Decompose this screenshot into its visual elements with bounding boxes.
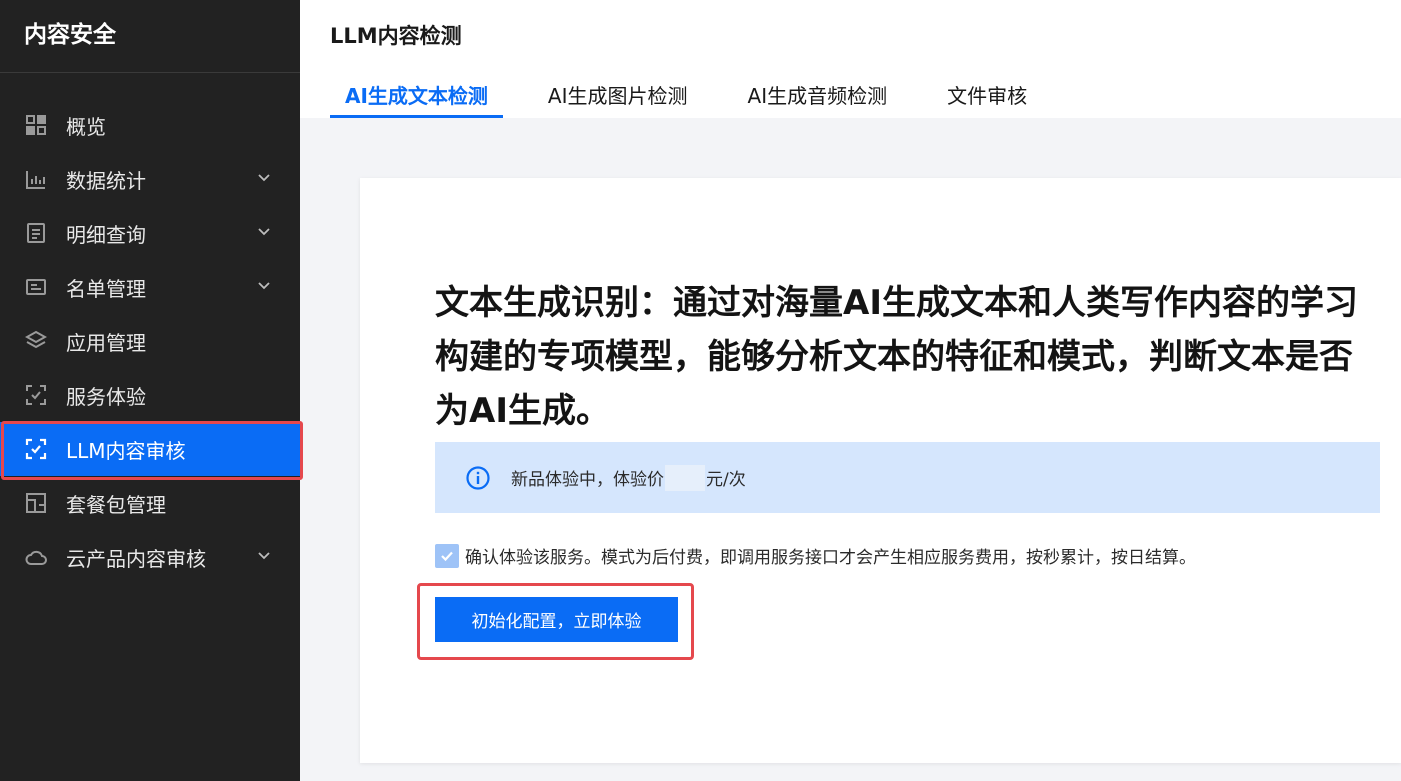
sidebar-item-package-management[interactable]: 套餐包管理 — [0, 476, 300, 530]
sidebar-item-label: 应用管理 — [66, 330, 146, 355]
sidebar-item-label: 概览 — [66, 114, 106, 139]
brand-title: 内容安全 — [0, 0, 300, 73]
scan-check-icon — [24, 437, 48, 461]
sidebar-item-label: 套餐包管理 — [66, 492, 166, 517]
sidebar-item-label: 云产品内容审核 — [66, 546, 206, 571]
tab-bar: AI生成文本检测 AI生成图片检测 AI生成音频检测 文件审核 — [330, 80, 1072, 118]
notice-text: 新品体验中，体验价 元/次 — [511, 464, 746, 491]
sidebar-item-llm-review[interactable]: LLM内容审核 — [0, 422, 300, 476]
sidebar-item-list-management[interactable]: 名单管理 — [0, 260, 300, 314]
chevron-down-icon — [258, 552, 270, 560]
tab-file-review[interactable]: 文件审核 — [932, 80, 1042, 118]
scan-icon — [24, 383, 48, 407]
tab-ai-text-detection[interactable]: AI生成文本检测 — [330, 80, 503, 118]
chevron-down-icon — [258, 174, 270, 182]
page-header: LLM内容检测 AI生成文本检测 AI生成图片检测 AI生成音频检测 文件审核 — [300, 0, 1401, 118]
grid-icon — [24, 113, 48, 137]
chevron-down-icon — [258, 228, 270, 236]
id-card-icon — [24, 275, 48, 299]
sidebar-item-label: LLM内容审核 — [66, 438, 186, 463]
chevron-down-icon — [258, 282, 270, 290]
sidebar-item-label: 明细查询 — [66, 222, 146, 247]
tab-ai-image-detection[interactable]: AI生成图片检测 — [533, 80, 703, 118]
page-title: LLM内容检测 — [330, 24, 462, 48]
sidebar-nav: 概览 数据统计 明细查询 名单管理 应用管理 服务体验 LLM内容审核 套餐包管… — [0, 98, 300, 584]
sidebar-item-app-management[interactable]: 应用管理 — [0, 314, 300, 368]
bar-chart-icon — [24, 167, 48, 191]
sidebar-item-statistics[interactable]: 数据统计 — [0, 152, 300, 206]
sidebar-item-label: 数据统计 — [66, 168, 146, 193]
sidebar-item-cloud-review[interactable]: 云产品内容审核 — [0, 530, 300, 584]
intro-card: 文本生成识别：通过对海量AI生成文本和人类写作内容的学习构建的专项模型，能够分析… — [360, 178, 1401, 763]
package-icon — [24, 491, 48, 515]
price-masked — [665, 464, 705, 491]
confirm-row: 确认体验该服务。模式为后付费，即调用服务接口才会产生相应服务费用，按秒累计，按日… — [435, 543, 1196, 568]
sidebar-item-label: 服务体验 — [66, 384, 146, 409]
sidebar-item-overview[interactable]: 概览 — [0, 98, 300, 152]
list-doc-icon — [24, 221, 48, 245]
confirm-text: 确认体验该服务。模式为后付费，即调用服务接口才会产生相应服务费用，按秒累计，按日… — [465, 548, 1196, 568]
price-notice: 新品体验中，体验价 元/次 — [435, 442, 1380, 513]
notice-suffix: 元/次 — [706, 470, 746, 490]
intro-headline: 文本生成识别：通过对海量AI生成文本和人类写作内容的学习构建的专项模型，能够分析… — [435, 283, 1358, 431]
notice-prefix: 新品体验中，体验价 — [511, 470, 664, 490]
init-config-button[interactable]: 初始化配置，立即体验 — [435, 597, 678, 642]
info-icon — [465, 465, 491, 491]
layers-icon — [24, 329, 48, 353]
sidebar-item-detail-query[interactable]: 明细查询 — [0, 206, 300, 260]
sidebar: 内容安全 概览 数据统计 明细查询 名单管理 应用管理 服务体验 LLM内容审核… — [0, 0, 303, 781]
cloud-icon — [24, 545, 48, 569]
sidebar-item-service-trial[interactable]: 服务体验 — [0, 368, 300, 422]
confirm-checkbox[interactable] — [435, 543, 459, 568]
sidebar-item-label: 名单管理 — [66, 276, 146, 301]
tab-ai-audio-detection[interactable]: AI生成音频检测 — [733, 80, 903, 118]
